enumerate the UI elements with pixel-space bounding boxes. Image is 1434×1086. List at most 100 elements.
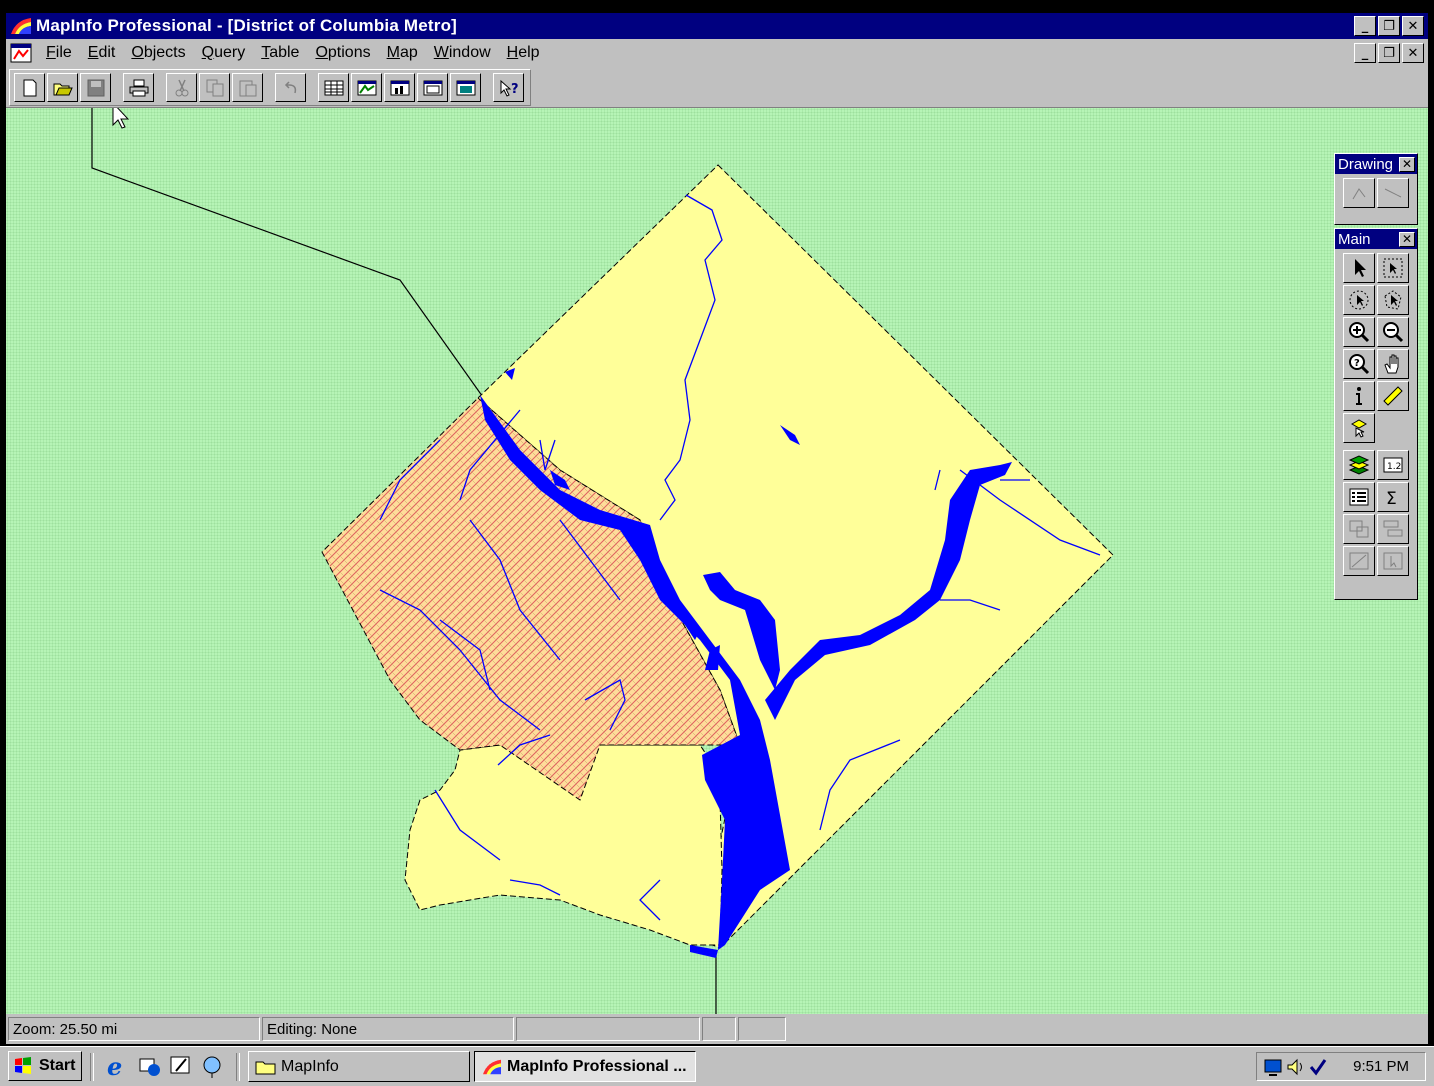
- polyline-tool[interactable]: [1343, 178, 1375, 208]
- legend-tool[interactable]: [1343, 482, 1375, 512]
- new-redistrict-button[interactable]: [450, 73, 481, 102]
- menu-objects[interactable]: Objects: [123, 44, 193, 62]
- cut-button[interactable]: [166, 73, 197, 102]
- menu-file[interactable]: File: [38, 44, 80, 62]
- svg-text:Σ: Σ: [1386, 489, 1397, 509]
- undo-button[interactable]: [275, 73, 306, 102]
- start-button[interactable]: Start: [8, 1051, 82, 1081]
- label-tool[interactable]: 1.2: [1377, 450, 1409, 480]
- new-mapper-button[interactable]: [351, 73, 382, 102]
- menu-table[interactable]: Table: [253, 44, 307, 62]
- start-label: Start: [39, 1057, 76, 1074]
- change-view-tool[interactable]: ?: [1343, 349, 1375, 379]
- ruler-tool[interactable]: [1377, 381, 1409, 411]
- taskbar-mapinfo-folder[interactable]: MapInfo: [248, 1051, 470, 1082]
- menu-edit[interactable]: Edit: [80, 44, 124, 62]
- outlook-express-icon[interactable]: [136, 1053, 162, 1079]
- marquee-select-tool[interactable]: [1377, 253, 1409, 283]
- polyline-tool-icon: [1352, 188, 1366, 200]
- zoom-in-tool[interactable]: [1343, 317, 1375, 347]
- marquee-select-icon: [1383, 258, 1403, 278]
- status-selection[interactable]: [516, 1017, 700, 1041]
- layer-control-tool[interactable]: [1343, 450, 1375, 480]
- doc-close-button[interactable]: ✕: [1402, 43, 1424, 63]
- svg-text:?: ?: [511, 82, 519, 97]
- document-map-icon[interactable]: [10, 43, 32, 63]
- doc-restore-button[interactable]: ❐: [1378, 43, 1400, 63]
- info-tool[interactable]: [1343, 381, 1375, 411]
- show-desktop-icon[interactable]: [168, 1053, 194, 1079]
- drawing-palette-close-button[interactable]: ✕: [1399, 156, 1415, 172]
- radius-select-tool[interactable]: [1343, 285, 1375, 315]
- menu-help[interactable]: Help: [499, 44, 548, 62]
- main-palette-close-button[interactable]: ✕: [1399, 231, 1415, 247]
- toolbar-row: ?: [6, 67, 1428, 108]
- menu-bar: File Edit Objects Query Table Options Ma…: [6, 39, 1428, 67]
- drag-window-tool[interactable]: [1343, 514, 1375, 544]
- open-icon: [53, 83, 73, 95]
- taskbar-mapinfo-professional[interactable]: MapInfo Professional ...: [474, 1051, 696, 1082]
- copy-button[interactable]: [199, 73, 230, 102]
- clock[interactable]: 9:51 PM: [1353, 1058, 1409, 1075]
- volume-icon[interactable]: [1285, 1057, 1307, 1077]
- minimize-button[interactable]: _: [1354, 16, 1376, 36]
- channels-icon[interactable]: [200, 1053, 226, 1079]
- new-redistrict-icon: [456, 80, 475, 95]
- status-cell-5[interactable]: [738, 1017, 786, 1041]
- grabber-tool[interactable]: [1377, 349, 1409, 379]
- paste-button[interactable]: [232, 73, 263, 102]
- info-icon: [1356, 387, 1362, 405]
- zoom-out-tool[interactable]: [1377, 317, 1409, 347]
- hotlink-icon: [1350, 419, 1368, 438]
- pan-layout-tool[interactable]: [1377, 546, 1409, 576]
- dc-metro-map[interactable]: [6, 108, 1428, 1014]
- menu-window[interactable]: Window: [426, 44, 499, 62]
- new-browser-icon: [324, 80, 343, 95]
- clip-region-tool[interactable]: [1343, 546, 1375, 576]
- status-editing[interactable]: Editing: None: [262, 1017, 514, 1041]
- drag-window-icon: [1349, 520, 1369, 538]
- windows-logo-icon: [15, 1057, 31, 1074]
- save-button[interactable]: [80, 73, 111, 102]
- restore-button[interactable]: ❐: [1378, 16, 1400, 36]
- polygon-select-icon: [1384, 290, 1402, 310]
- new-browser-button[interactable]: [318, 73, 349, 102]
- arrow-select-icon: [1355, 259, 1366, 277]
- status-zoom[interactable]: Zoom: 25.50 mi: [8, 1017, 260, 1041]
- menu-options[interactable]: Options: [307, 44, 378, 62]
- open-button[interactable]: [47, 73, 78, 102]
- line-tool[interactable]: [1377, 178, 1409, 208]
- taskbar: Start e MapInfo MapInfo Professional ...…: [0, 1046, 1434, 1086]
- window-titlebar[interactable]: MapInfo Professional - [District of Colu…: [6, 13, 1428, 39]
- main-palette-titlebar[interactable]: Main ✕: [1335, 229, 1417, 249]
- close-button[interactable]: ✕: [1402, 16, 1424, 36]
- change-view-icon: ?: [1349, 354, 1370, 375]
- new-button[interactable]: [14, 73, 45, 102]
- drawing-palette-titlebar[interactable]: Drawing ✕: [1335, 154, 1417, 174]
- mouse-cursor-icon: [112, 108, 130, 129]
- scheduler-icon[interactable]: [1307, 1057, 1329, 1077]
- layout-tool[interactable]: [1377, 514, 1409, 544]
- menu-query[interactable]: Query: [194, 44, 254, 62]
- doc-minimize-button[interactable]: _: [1354, 43, 1376, 63]
- new-layout-button[interactable]: [417, 73, 448, 102]
- menu-map[interactable]: Map: [379, 44, 426, 62]
- status-cell-4[interactable]: [702, 1017, 736, 1041]
- display-icon[interactable]: [1263, 1057, 1285, 1077]
- polygon-select-tool[interactable]: [1377, 285, 1409, 315]
- statistics-tool[interactable]: Σ: [1377, 482, 1409, 512]
- layers-icon: [1348, 455, 1370, 475]
- layout-icon: [1383, 520, 1403, 537]
- print-button[interactable]: [123, 73, 154, 102]
- internet-explorer-icon[interactable]: e: [104, 1053, 130, 1079]
- map-window[interactable]: Drawing ✕ Main ✕ ? 1.2 Σ: [6, 108, 1428, 1014]
- hotlink-tool[interactable]: [1343, 413, 1375, 443]
- select-tool[interactable]: [1343, 253, 1375, 283]
- new-grapher-button[interactable]: [384, 73, 415, 102]
- legend-icon: [1349, 488, 1369, 506]
- line-tool-icon: [1384, 188, 1402, 198]
- new-layout-icon: [423, 80, 442, 95]
- help-pointer-button[interactable]: ?: [493, 73, 524, 102]
- drawing-palette-title: Drawing: [1338, 155, 1394, 173]
- folder-icon: [255, 1061, 276, 1074]
